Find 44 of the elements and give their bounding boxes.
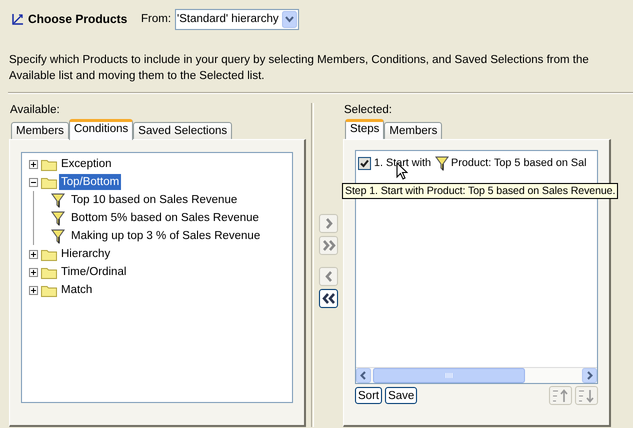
- page-title: Choose Products: [28, 12, 128, 26]
- hierarchy-dropdown[interactable]: 'Standard' hierarchy: [175, 8, 299, 30]
- available-label: Available:: [10, 103, 61, 117]
- tab[interactable]: Members: [384, 122, 442, 139]
- tree-item[interactable]: Making up top 3 % of Sales Revenue: [69, 228, 262, 244]
- tree-item[interactable]: Top/Bottom: [59, 174, 122, 190]
- tab[interactable]: Saved Selections: [133, 122, 232, 139]
- step-checkbox[interactable]: [358, 156, 371, 170]
- tab[interactable]: Steps: [345, 119, 384, 140]
- funnel-icon: [51, 192, 65, 208]
- expand-icon[interactable]: [29, 268, 38, 276]
- action-button[interactable]: Save: [385, 387, 418, 404]
- from-label: From:: [141, 13, 172, 25]
- expand-icon[interactable]: [29, 286, 38, 294]
- funnel-icon: [51, 210, 65, 226]
- tree-item[interactable]: Hierarchy: [59, 246, 112, 262]
- folder-icon: [41, 247, 57, 261]
- tree-item[interactable]: Bottom 5% based on Sales Revenue: [69, 210, 261, 226]
- action-button[interactable]: Sort: [355, 387, 382, 404]
- tab[interactable]: Conditions: [68, 119, 134, 140]
- scroll-right-icon[interactable]: [582, 368, 597, 383]
- tab[interactable]: Members: [11, 122, 69, 139]
- description-text: Specify which Products to include in your query by selecting Members, Conditions, and Saved Selections from the Available list and moving them to the Selected list.: [9, 53, 590, 84]
- tooltip: Step 1. Start with Product: Top 5 based on Sales Revenue.: [342, 183, 618, 199]
- expand-icon[interactable]: [29, 250, 38, 258]
- tree-item[interactable]: Exception: [59, 156, 114, 172]
- horizontal-scrollbar[interactable]: [356, 367, 597, 383]
- scroll-left-icon[interactable]: [356, 368, 371, 383]
- scroll-thumb-icon[interactable]: [373, 368, 525, 383]
- folder-icon: [41, 175, 57, 189]
- hierarchy-icon: [11, 12, 25, 26]
- folder-icon: [41, 283, 57, 297]
- tree-item[interactable]: Top 10 based on Sales Revenue: [69, 192, 240, 208]
- selected-label: Selected:: [344, 103, 393, 117]
- funnel-icon: [435, 156, 450, 170]
- folder-icon: [41, 265, 57, 279]
- folder-icon: [41, 157, 57, 171]
- move-button[interactable]: [319, 289, 338, 308]
- collapse-icon[interactable]: [29, 178, 38, 186]
- step-condition: Product: Top 5 based on Sal: [451, 157, 586, 169]
- tree-item[interactable]: Match: [59, 282, 94, 298]
- expand-icon[interactable]: [29, 160, 38, 168]
- funnel-icon: [51, 228, 65, 244]
- tree-item[interactable]: Time/Ordinal: [59, 264, 128, 280]
